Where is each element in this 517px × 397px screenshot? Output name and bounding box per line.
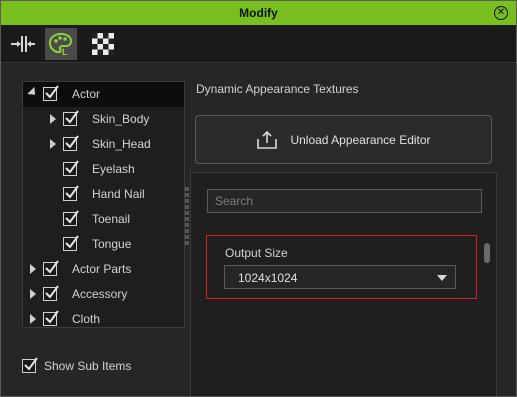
- chevron-down-icon: [437, 275, 447, 281]
- panel-splitter-grip[interactable]: [185, 187, 189, 247]
- checkbox-icon[interactable]: [63, 110, 79, 126]
- tree-item[interactable]: Toenail: [23, 207, 184, 232]
- tree-item-label: Cloth: [72, 312, 101, 326]
- title-bar[interactable]: Modify ✕: [1, 1, 516, 25]
- tree-item[interactable]: Accessory: [23, 282, 184, 307]
- tree-item[interactable]: Skin_Head: [23, 132, 184, 157]
- expand-down-arrow-icon[interactable]: [27, 86, 39, 99]
- tree-item-label: Hand Nail: [92, 187, 145, 201]
- checkbox-icon[interactable]: [22, 357, 38, 373]
- modify-window: Modify ✕ L Actor Skin_Body Skin_Head Eye…: [0, 0, 517, 397]
- tree-item-label: Toenail: [92, 212, 131, 226]
- checkbox-icon[interactable]: [43, 260, 59, 276]
- search-input[interactable]: [207, 189, 482, 213]
- checkbox-icon[interactable]: [63, 185, 79, 201]
- tree-item[interactable]: Actor: [23, 82, 184, 107]
- tab-appearance-editor[interactable]: L: [45, 28, 77, 60]
- scrollbar-thumb[interactable]: [484, 243, 490, 263]
- show-sub-items-label: Show Sub Items: [44, 359, 132, 373]
- output-size-group: Output Size 1024x1024: [206, 235, 477, 299]
- tree-item[interactable]: Tongue: [23, 232, 184, 257]
- align-icon: [11, 36, 35, 52]
- upload-icon: [257, 130, 278, 149]
- checkbox-icon[interactable]: [43, 85, 59, 101]
- show-sub-items-checkbox[interactable]: Show Sub Items: [22, 357, 131, 375]
- checker-texture-icon: [92, 33, 114, 55]
- appearance-editor-icon: L: [48, 32, 73, 56]
- close-icon[interactable]: ✕: [494, 6, 508, 20]
- output-size-dropdown[interactable]: 1024x1024: [224, 265, 456, 289]
- output-size-value: 1024x1024: [238, 271, 298, 285]
- object-tree[interactable]: Actor Skin_Body Skin_Head Eyelash Hand Nail T…: [22, 81, 185, 328]
- expand-right-arrow-icon[interactable]: [48, 114, 58, 124]
- checkbox-icon[interactable]: [63, 210, 79, 226]
- checkbox-icon[interactable]: [43, 285, 59, 301]
- expand-right-arrow-icon[interactable]: [48, 139, 58, 149]
- window-title: Modify: [239, 6, 278, 20]
- content-area: Actor Skin_Body Skin_Head Eyelash Hand Nail T…: [1, 64, 516, 396]
- unload-appearance-editor-button[interactable]: Unload Appearance Editor: [195, 115, 492, 164]
- tree-item[interactable]: Actor Parts: [23, 257, 184, 282]
- tree-item[interactable]: Eyelash: [23, 157, 184, 182]
- checkbox-icon[interactable]: [43, 310, 59, 326]
- tree-item[interactable]: Hand Nail: [23, 182, 184, 207]
- expand-right-arrow-icon[interactable]: [28, 264, 38, 274]
- tree-item-label: Tongue: [92, 237, 132, 251]
- tree-item-label: Accessory: [72, 287, 128, 301]
- tab-row: L: [1, 25, 516, 63]
- checkbox-icon[interactable]: [63, 160, 79, 176]
- output-size-label: Output Size: [225, 246, 288, 260]
- section-title: Dynamic Appearance Textures: [196, 82, 359, 96]
- svg-text:L: L: [62, 47, 68, 56]
- unload-button-label: Unload Appearance Editor: [290, 132, 431, 147]
- tree-item-label: Skin_Body: [92, 112, 150, 126]
- tab-texture[interactable]: [87, 28, 119, 60]
- tree-item[interactable]: Cloth: [23, 307, 184, 327]
- expand-right-arrow-icon[interactable]: [28, 289, 38, 299]
- tab-align[interactable]: [7, 28, 39, 60]
- tree-item-label: Actor: [72, 87, 101, 101]
- checkbox-icon[interactable]: [63, 135, 79, 151]
- tree-item[interactable]: Skin_Body: [23, 107, 184, 132]
- checkbox-icon[interactable]: [63, 235, 79, 251]
- tree-item-label: Eyelash: [92, 162, 135, 176]
- tree-item-label: Actor Parts: [72, 262, 132, 276]
- texture-settings-panel: Output Size 1024x1024: [190, 172, 497, 396]
- tree-item-label: Skin_Head: [92, 137, 151, 151]
- expand-right-arrow-icon[interactable]: [28, 314, 38, 324]
